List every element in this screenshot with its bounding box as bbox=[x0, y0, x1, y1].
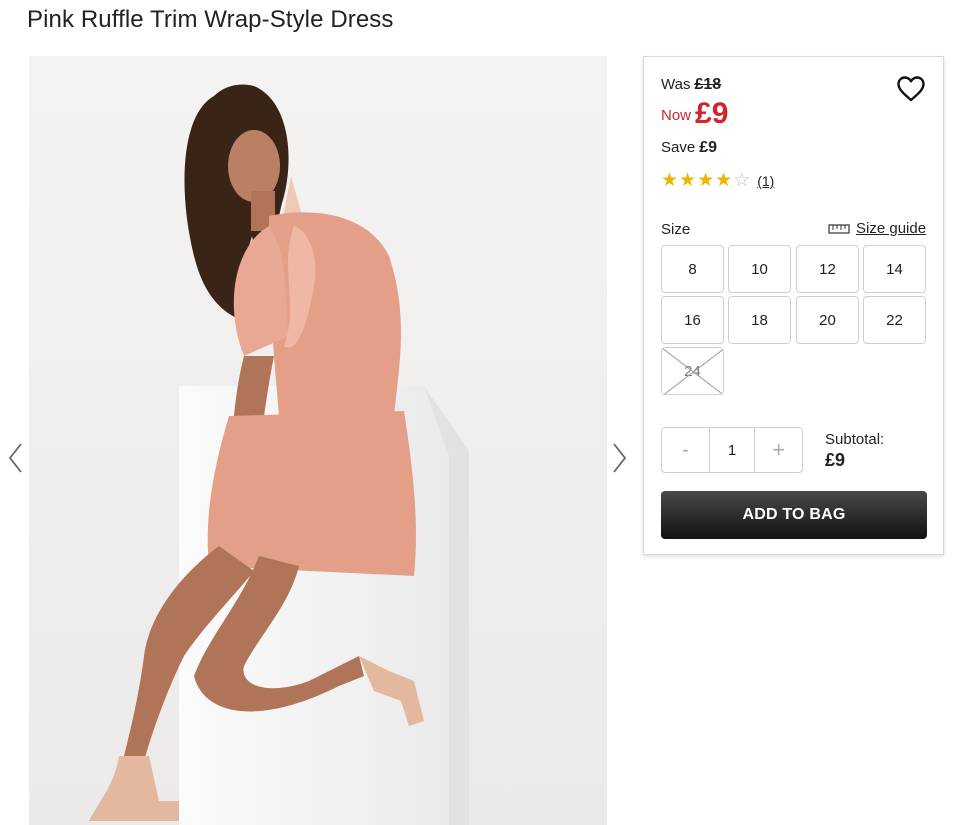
size-option[interactable]: 22 bbox=[863, 296, 926, 344]
size-option[interactable]: 8 bbox=[661, 245, 724, 293]
product-title: Pink Ruffle Trim Wrap-Style Dress bbox=[27, 6, 394, 33]
subtotal-value: £9 bbox=[825, 450, 846, 470]
subtotal: Subtotal: £9 bbox=[825, 431, 884, 471]
size-option[interactable]: 16 bbox=[661, 296, 724, 344]
now-price-row: Now £9 bbox=[661, 97, 728, 131]
size-option[interactable]: 14 bbox=[863, 245, 926, 293]
subtotal-label: Subtotal: bbox=[825, 431, 885, 448]
chevron-left-icon bbox=[8, 443, 22, 473]
size-option-unavailable[interactable]: 24 bbox=[661, 347, 724, 395]
save-amount: £9 bbox=[699, 139, 717, 156]
star-full-icon: ★ bbox=[661, 170, 679, 191]
gallery-prev-button[interactable] bbox=[4, 440, 28, 476]
heart-icon bbox=[897, 76, 925, 102]
chevron-right-icon bbox=[613, 443, 627, 473]
was-price-row: Was £18 bbox=[661, 76, 721, 94]
wishlist-button[interactable] bbox=[896, 75, 926, 103]
model-wearing-pink-dress-photo bbox=[29, 56, 607, 825]
quantity-increase-button[interactable]: + bbox=[755, 428, 802, 472]
add-to-bag-button[interactable]: ADD TO BAG bbox=[661, 491, 927, 539]
star-full-icon: ★ bbox=[679, 170, 697, 191]
gallery-next-button[interactable] bbox=[607, 440, 631, 476]
star-rating: ★ ★ ★ ★ ☆ (1) bbox=[661, 171, 774, 191]
was-price: £18 bbox=[694, 76, 722, 93]
size-option[interactable]: 18 bbox=[728, 296, 791, 344]
purchase-panel: Was £18 Now £9 Save £9 ★ ★ ★ ★ ☆ (1) Size S… bbox=[643, 56, 944, 555]
quantity-stepper: - 1 + bbox=[661, 427, 803, 473]
size-guide-label: Size guide bbox=[856, 220, 927, 237]
size-option[interactable]: 12 bbox=[796, 245, 859, 293]
save-label: Save bbox=[661, 139, 696, 156]
cross-out-icon bbox=[662, 348, 723, 394]
now-price: £9 bbox=[695, 97, 729, 130]
product-image[interactable] bbox=[29, 56, 607, 825]
star-full-icon: ★ bbox=[697, 170, 715, 191]
size-option[interactable]: 10 bbox=[728, 245, 791, 293]
ruler-icon bbox=[828, 223, 850, 234]
size-guide-link[interactable]: Size guide bbox=[828, 220, 926, 237]
quantity-decrease-button[interactable]: - bbox=[662, 428, 709, 472]
size-option[interactable]: 20 bbox=[796, 296, 859, 344]
star-empty-icon: ☆ bbox=[733, 170, 751, 191]
was-label: Was bbox=[661, 76, 691, 93]
size-label: Size bbox=[661, 221, 691, 238]
save-row: Save £9 bbox=[661, 139, 717, 157]
review-count-link[interactable]: (1) bbox=[757, 173, 774, 189]
star-full-icon: ★ bbox=[715, 170, 733, 191]
quantity-value[interactable]: 1 bbox=[708, 428, 756, 472]
now-label: Now bbox=[661, 107, 692, 124]
